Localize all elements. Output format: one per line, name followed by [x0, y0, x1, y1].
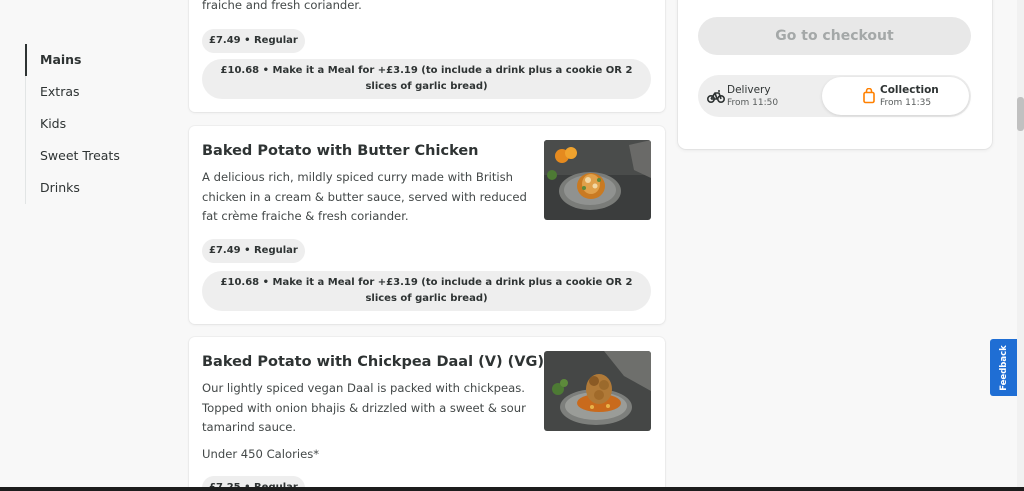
- go-to-checkout-button[interactable]: Go to checkout: [698, 17, 971, 55]
- item-title: Baked Potato with Butter Chicken: [202, 143, 479, 159]
- delivery-time: From 11:50: [727, 98, 779, 108]
- feedback-tab[interactable]: Feedback: [990, 339, 1017, 396]
- nav-item-sweet-treats[interactable]: Sweet Treats: [26, 140, 165, 172]
- collection-label: Collection: [880, 84, 939, 96]
- shopping-bag-icon: [860, 87, 878, 104]
- nav-item-mains[interactable]: Mains: [25, 44, 165, 76]
- price-regular-option[interactable]: £7.49 • Regular: [202, 29, 305, 53]
- page-scrollbar[interactable]: [1017, 0, 1024, 491]
- feedback-label: Feedback: [998, 344, 1009, 391]
- collection-time: From 11:35: [880, 98, 932, 108]
- item-description: Our lightly spiced vegan Daal is packed …: [202, 381, 526, 434]
- scrollbar-thumb[interactable]: [1017, 97, 1024, 131]
- price-regular-option[interactable]: £7.49 • Regular: [202, 239, 305, 263]
- menu-item-card[interactable]: fraiche and fresh coriander. £7.49 • Reg…: [189, 0, 665, 112]
- fulfilment-toggle: Delivery From 11:50 Collection From 11:3…: [698, 75, 971, 117]
- bicycle-icon: [706, 88, 726, 104]
- delivery-label: Delivery: [727, 84, 771, 96]
- nav-item-kids[interactable]: Kids: [26, 108, 165, 140]
- item-image: [544, 140, 651, 220]
- nav-item-extras[interactable]: Extras: [26, 76, 165, 108]
- menu-item-card[interactable]: Baked Potato with Butter Chicken A delic…: [189, 126, 665, 324]
- window-bottom-edge: [0, 487, 1024, 491]
- item-calories: Under 450 Calories*: [202, 447, 320, 461]
- price-meal-option[interactable]: £10.68 • Make it a Meal for +£3.19 (to i…: [202, 271, 651, 311]
- item-title: Baked Potato with Chickpea Daal (V) (VG): [202, 354, 545, 370]
- item-image: [544, 351, 651, 431]
- collection-option[interactable]: Collection From 11:35: [822, 77, 969, 115]
- nav-item-drinks[interactable]: Drinks: [26, 172, 165, 204]
- basket-panel: Go to checkout Delivery From 11:50 Colle…: [678, 0, 992, 149]
- category-nav: Mains Extras Kids Sweet Treats Drinks: [25, 44, 165, 204]
- item-description: A delicious rich, mildly spiced curry ma…: [202, 170, 527, 223]
- item-description: fraiche and fresh coriander.: [202, 0, 362, 12]
- menu-item-card[interactable]: Baked Potato with Chickpea Daal (V) (VG)…: [189, 337, 665, 491]
- price-meal-option[interactable]: £10.68 • Make it a Meal for +£3.19 (to i…: [202, 59, 651, 99]
